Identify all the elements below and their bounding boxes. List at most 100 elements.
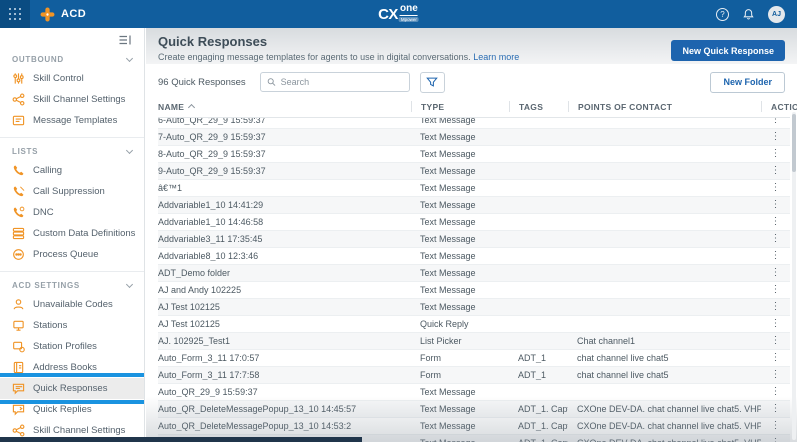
row-actions-kebab-icon[interactable]: ⋮ [761,268,790,278]
row-actions-kebab-icon[interactable]: ⋮ [761,166,790,176]
cxone-logo-cx: CX [378,6,398,23]
table-row[interactable]: Auto_QR_DeleteMessagePopup_13_10 14:53:2… [158,418,790,435]
table-row[interactable]: Addvariable1_10 14:46:58Text Message⋮ [158,214,790,231]
row-actions-kebab-icon[interactable]: ⋮ [761,149,790,159]
sidebar-item-custom-data-definitions[interactable]: Custom Data Definitions [0,223,144,244]
sidebar-item-label: Custom Data Definitions [33,228,135,239]
sidebar-section-acd-settings[interactable]: ACD SETTINGS [0,274,144,294]
row-actions-kebab-icon[interactable]: ⋮ [761,421,790,431]
cell-type: Text Message [411,302,509,312]
search-box[interactable] [260,72,410,92]
cxone-logo-badge: Mpower [399,17,419,22]
sidebar-item-call-suppression[interactable]: Call Suppression [0,181,144,202]
sidebar-item-quick-responses[interactable]: Quick Responses [0,378,144,399]
row-actions-kebab-icon[interactable]: ⋮ [761,387,790,397]
app-launcher-button[interactable] [0,0,30,28]
table-row[interactable]: AJ. 102925_Test1List PickerChat channel1… [158,333,790,350]
sidebar-item-quick-replies[interactable]: Quick Replies [0,399,144,420]
sidebar-item-skill-control[interactable]: Skill Control [0,68,144,89]
help-glyph: ? [720,10,724,19]
row-actions-kebab-icon[interactable]: ⋮ [761,336,790,346]
row-actions-kebab-icon[interactable]: ⋮ [761,118,790,125]
table-row[interactable]: Auto_QR_DeleteMessagePopup_13_10 14:45:5… [158,401,790,418]
table-row[interactable]: 7-Auto_QR_29_9 15:59:37Text Message⋮ [158,129,790,146]
column-header-tags[interactable]: TAGS [509,101,568,112]
table-row[interactable]: Addvariable8_10 12:3:46Text Message⋮ [158,248,790,265]
filter-button[interactable] [420,72,445,93]
sidebar-item-process-queue[interactable]: Process Queue [0,244,144,265]
cell-name: AJ. 102925_Test1 [158,336,411,346]
table-row[interactable]: AJ and Andy 102225Text Message⋮ [158,282,790,299]
cell-type: Text Message [411,251,509,261]
row-actions-kebab-icon[interactable]: ⋮ [761,370,790,380]
table-row[interactable]: ADT_Demo folderText Message⋮ [158,265,790,282]
table-row[interactable]: Auto_QR_29_9 15:59:37Text Message⋮ [158,384,790,401]
table-row[interactable]: 8-Auto_QR_29_9 15:59:37Text Message⋮ [158,146,790,163]
sidebar-collapse-icon[interactable] [118,33,132,47]
table-row[interactable]: Addvariable3_11 17:35:45Text Message⋮ [158,231,790,248]
cxone-logo-one: one [400,4,418,16]
row-actions-kebab-icon[interactable]: ⋮ [761,319,790,329]
sidebar-item-skill-channel-settings[interactable]: Skill Channel Settings [0,89,144,110]
table-row[interactable]: Auto_Form_3_11 17:0:57FormADT_1chat chan… [158,350,790,367]
cell-type: Quick Reply [411,319,509,329]
page-subtitle: Create engaging message templates for ag… [158,52,519,62]
row-actions-kebab-icon[interactable]: ⋮ [761,438,790,442]
row-actions-kebab-icon[interactable]: ⋮ [761,302,790,312]
table-toolbar: 96 Quick Responses New Folder [146,64,797,96]
network-icon [12,424,25,437]
table-row[interactable]: â€™1Text Message⋮ [158,180,790,197]
user-icon [12,298,25,311]
row-actions-kebab-icon[interactable]: ⋮ [761,200,790,210]
row-actions-kebab-icon[interactable]: ⋮ [761,132,790,142]
sidebar-item-message-templates[interactable]: Message Templates [0,110,144,131]
sidebar-section-lists[interactable]: LISTS [0,140,144,160]
table-row[interactable]: Addvariable1_10 14:41:29Text Message⋮ [158,197,790,214]
column-header-name[interactable]: NAME [158,101,411,112]
cell-type: Text Message [411,268,509,278]
row-actions-kebab-icon[interactable]: ⋮ [761,217,790,227]
row-actions-kebab-icon[interactable]: ⋮ [761,404,790,414]
search-input[interactable] [281,77,403,87]
sort-ascending-icon[interactable] [188,104,195,111]
cell-type: Text Message [411,285,509,295]
table-row[interactable]: AJ Test 102125Quick Reply⋮ [158,316,790,333]
table-row[interactable]: Auto_Form_3_11 17:7:58FormADT_1chat chan… [158,367,790,384]
sidebar-item-unavailable-codes[interactable]: Unavailable Codes [0,294,144,315]
row-actions-kebab-icon[interactable]: ⋮ [761,285,790,295]
row-actions-kebab-icon[interactable]: ⋮ [761,183,790,193]
cell-tags: ADT_1. Captain [509,438,568,442]
sidebar-item-calling[interactable]: Calling [0,160,144,181]
help-icon[interactable]: ? [716,8,729,21]
sidebar-item-stations[interactable]: Stations [0,315,144,336]
column-label: TAGS [519,102,543,112]
row-actions-kebab-icon[interactable]: ⋮ [761,353,790,363]
new-folder-button[interactable]: New Folder [710,72,785,93]
station-profile-icon [12,340,25,353]
table-row[interactable]: 9-Auto_QR_29_9 15:59:37Text Message⋮ [158,163,790,180]
vertical-scrollbar[interactable] [792,112,796,440]
sidebar-item-address-books[interactable]: Address Books [0,357,144,378]
sidebar-item-station-profiles[interactable]: Station Profiles [0,336,144,357]
search-icon [267,77,276,87]
table-row[interactable]: 6-Auto_QR_29_9 15:59:37Text Message⋮ [158,118,790,129]
sidebar-section-outbound[interactable]: OUTBOUND [0,48,144,68]
user-avatar[interactable]: AJ [768,6,785,23]
new-quick-response-button[interactable]: New Quick Response [671,40,785,61]
row-actions-kebab-icon[interactable]: ⋮ [761,234,790,244]
row-actions-kebab-icon[interactable]: ⋮ [761,251,790,261]
avatar-initials: AJ [772,11,781,18]
column-header-type[interactable]: TYPE [411,101,509,112]
chevron-down-icon [126,281,133,288]
phone-dnc-icon [12,206,25,219]
sidebar-item-dnc[interactable]: DNC [0,202,144,223]
learn-more-link[interactable]: Learn more [473,52,519,62]
cell-type: Text Message [411,438,509,442]
process-queue-icon [12,248,25,261]
chevron-down-icon [126,147,133,154]
scrollbar-thumb[interactable] [792,114,796,172]
phone-icon [12,164,25,177]
notifications-bell-icon[interactable] [742,8,755,21]
column-header-points-of-contact[interactable]: POINTS OF CONTACT [568,101,761,112]
table-row[interactable]: AJ Test 102125Text Message⋮ [158,299,790,316]
